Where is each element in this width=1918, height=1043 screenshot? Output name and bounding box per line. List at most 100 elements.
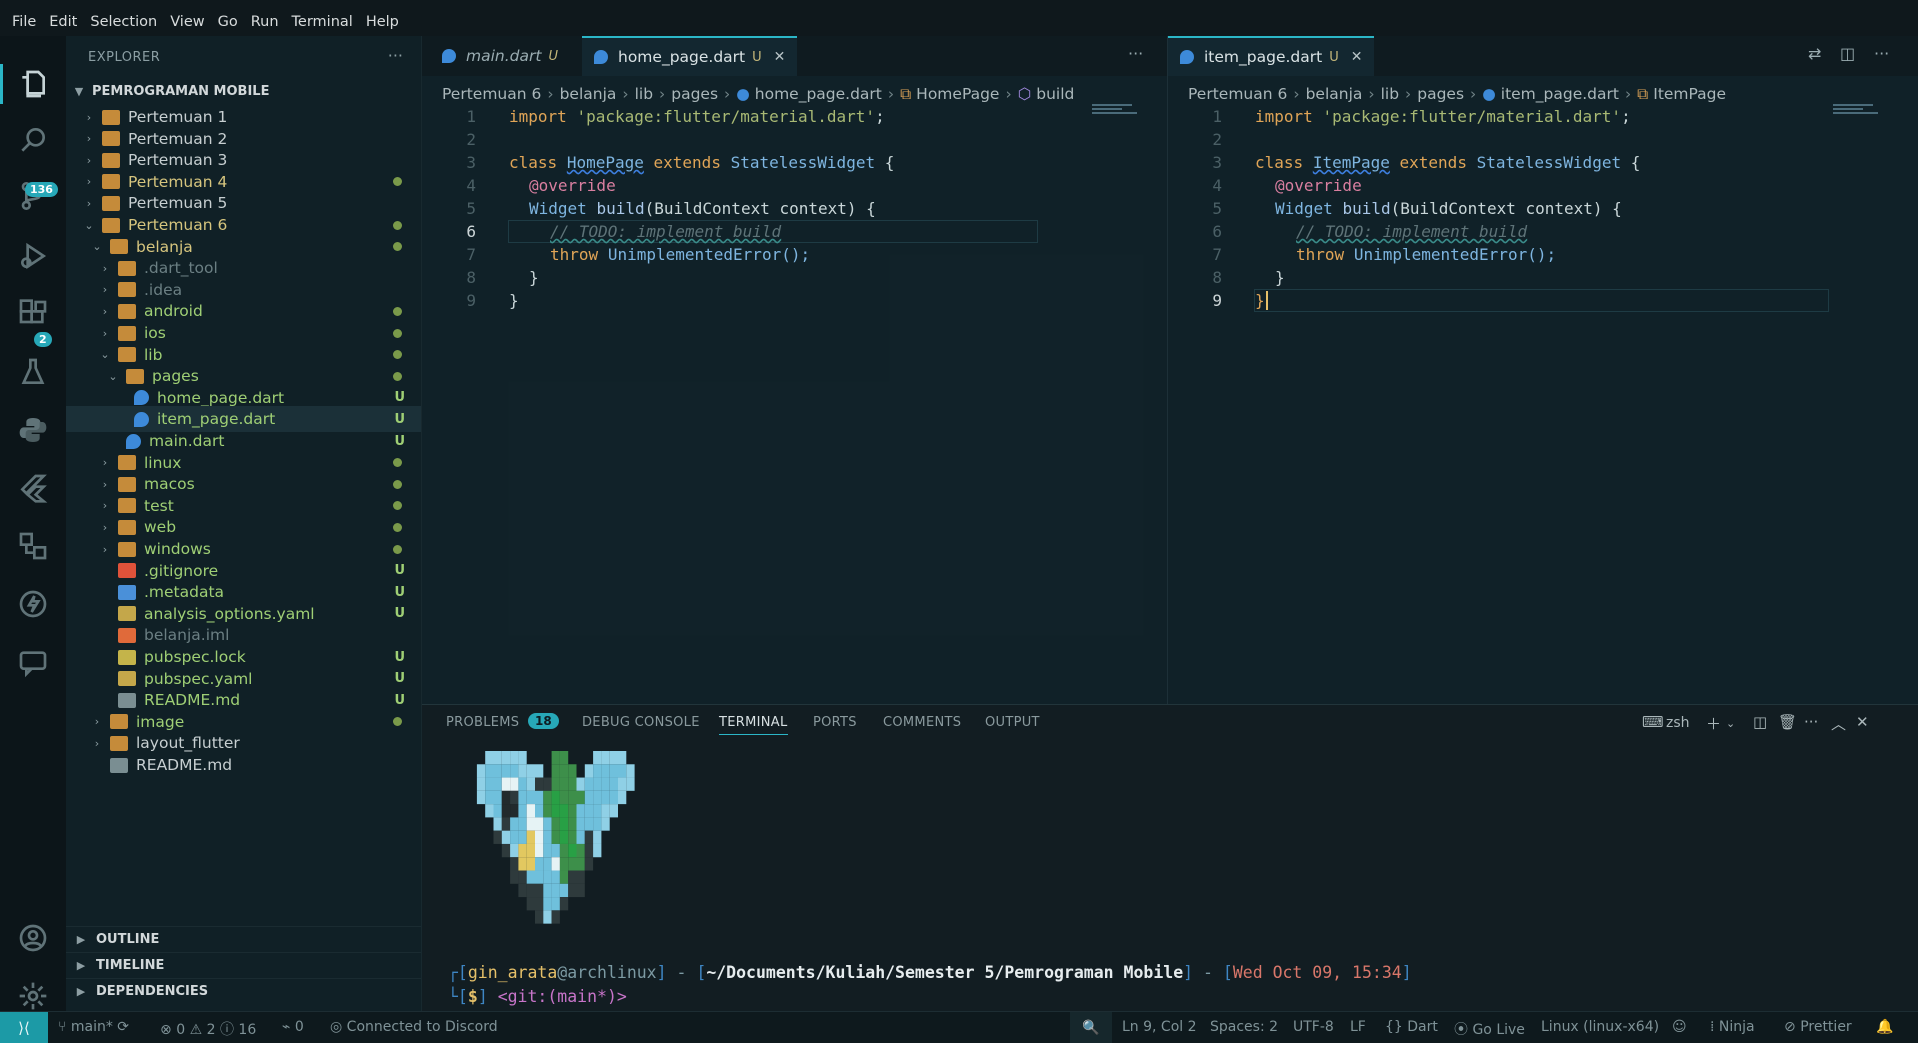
copilot-icon[interactable]: ☺ — [1672, 1019, 1687, 1035]
menu-view[interactable]: View — [170, 14, 204, 30]
lightning-icon[interactable] — [13, 584, 53, 624]
pixel — [551, 857, 560, 871]
git-status-badge: U — [394, 692, 405, 708]
open-changes-icon[interactable]: ⇄ — [1808, 44, 1821, 63]
split-editor-icon[interactable]: ◫ — [1840, 44, 1855, 63]
run-debug-icon[interactable] — [13, 236, 53, 276]
close-icon[interactable]: ✕ — [774, 49, 786, 65]
tree-item-label: Pertemuan 4 — [128, 172, 228, 191]
tab-home-page-dart[interactable]: home_page.dart U ✕ — [582, 36, 798, 76]
explorer-more-icon[interactable]: ··· — [388, 46, 403, 65]
notifications-bell-icon[interactable]: 🔔 — [1876, 1019, 1893, 1035]
panel-tab-terminal[interactable]: TERMINAL — [719, 715, 788, 735]
ports-status[interactable]: ⌁ 0 — [282, 1019, 304, 1035]
indentation[interactable]: Spaces: 2 — [1210, 1019, 1278, 1035]
breadcrumb-item[interactable]: Pertemuan 6 — [1188, 85, 1287, 103]
discord-status[interactable]: ◎ Connected to Discord — [330, 1019, 498, 1035]
encoding[interactable]: UTF-8 — [1293, 1019, 1334, 1035]
platform[interactable]: Linux (linux-x64) — [1541, 1019, 1659, 1035]
tree-item[interactable]: README.md — [66, 752, 421, 778]
keyword: extends — [1399, 153, 1467, 172]
editor-more-icon[interactable]: ··· — [1874, 44, 1889, 63]
section-outline[interactable]: ▶ OUTLINE — [66, 926, 421, 952]
breadcrumb-item[interactable]: item_page.dart — [1501, 85, 1619, 103]
panel-tab-debug-console[interactable]: DEBUG CONSOLE — [582, 715, 700, 730]
section-outline-label: OUTLINE — [96, 932, 160, 947]
breadcrumb-item[interactable]: Pertemuan 6 — [442, 85, 541, 103]
menu-terminal[interactable]: Terminal — [292, 14, 353, 30]
new-terminal-icon[interactable]: ＋ — [1706, 713, 1721, 734]
breadcrumb-item[interactable]: pages — [671, 85, 718, 103]
chevron-down-icon[interactable]: ⌄ — [1726, 717, 1735, 730]
git-branch[interactable]: ⑂ main* ⟳ — [58, 1019, 129, 1035]
breadcrumb-item[interactable]: lib — [635, 85, 653, 103]
tree-item-label: .idea — [144, 280, 183, 299]
settings-gear-icon[interactable] — [13, 976, 53, 1016]
close-panel-icon[interactable]: ✕ — [1856, 713, 1869, 731]
close-icon[interactable]: ✕ — [1351, 49, 1363, 65]
breadcrumb-item[interactable]: belanja — [560, 85, 617, 103]
maximize-panel-icon[interactable]: ︿ — [1831, 713, 1846, 734]
breadcrumb-item[interactable]: pages — [1417, 85, 1464, 103]
explorer-icon[interactable] — [13, 64, 53, 104]
comments-icon[interactable] — [13, 642, 53, 682]
section-timeline[interactable]: ▶ TIMELINE — [66, 952, 421, 978]
section-dependencies[interactable]: ▶ DEPENDENCIES — [66, 978, 421, 1004]
pixel — [518, 883, 527, 898]
menu-go[interactable]: Go — [218, 14, 238, 30]
extensions-icon[interactable] — [13, 294, 53, 334]
remote-indicator-icon[interactable]: ⟩⟨ — [0, 1012, 48, 1043]
git-status-dot — [393, 717, 402, 727]
panel-tab-problems[interactable]: PROBLEMS — [446, 715, 519, 730]
menu-selection[interactable]: Selection — [90, 14, 157, 30]
zoom-icon[interactable]: 🔍 — [1070, 1012, 1112, 1043]
menu-edit[interactable]: Edit — [49, 14, 77, 30]
punct: } — [1275, 268, 1285, 287]
ninja-status[interactable]: ⁞ Ninja — [1710, 1019, 1755, 1035]
pokemon-pixel-art — [476, 751, 635, 924]
pixel — [609, 751, 618, 765]
language-mode[interactable]: {} Dart — [1385, 1019, 1438, 1035]
panel-tab-comments[interactable]: COMMENTS — [883, 715, 961, 730]
menu-file[interactable]: File — [12, 14, 36, 30]
breadcrumb-item[interactable]: build — [1036, 85, 1074, 103]
account-icon[interactable] — [13, 918, 53, 958]
pixel — [568, 830, 577, 844]
breadcrumb-item[interactable]: ItemPage — [1653, 85, 1726, 103]
tab-main-dart[interactable]: main.dart U — [430, 36, 570, 76]
menu-help[interactable]: Help — [366, 14, 399, 30]
tab-item-page-dart[interactable]: item_page.dart U ✕ — [1168, 36, 1375, 76]
breadcrumb-item[interactable]: home_page.dart — [755, 85, 882, 103]
line-number: 5 — [1212, 199, 1222, 218]
panel-tab-ports[interactable]: PORTS — [813, 715, 857, 730]
testing-icon[interactable] — [13, 352, 53, 392]
breadcrumb-item[interactable]: lib — [1381, 85, 1399, 103]
python-icon[interactable] — [13, 410, 53, 450]
go-live[interactable]: ⦿ Go Live — [1454, 1019, 1525, 1039]
pixel — [510, 817, 519, 831]
pixel — [568, 883, 577, 898]
more-icon[interactable]: ··· — [1804, 713, 1818, 731]
terminal-prompt-line-2[interactable]: └[$] <git:(main*)> — [448, 987, 627, 1006]
search-icon[interactable] — [13, 120, 53, 160]
editor-more-icon[interactable]: ··· — [1128, 44, 1143, 63]
git-status-dot — [393, 522, 402, 532]
menu-run[interactable]: Run — [251, 14, 279, 30]
pixel — [568, 857, 577, 871]
flutter-icon[interactable] — [13, 468, 53, 508]
remote-explorer-icon[interactable] — [13, 526, 53, 566]
breadcrumb-item[interactable]: belanja — [1306, 85, 1363, 103]
cursor-position[interactable]: Ln 9, Col 2 — [1122, 1019, 1197, 1035]
prettier-status[interactable]: ⊘ Prettier — [1784, 1019, 1852, 1035]
problems-status[interactable]: ⊗ 0 ⚠ 2 ⓘ 16 — [160, 1019, 256, 1039]
pixel — [543, 830, 552, 844]
breadcrumb-item[interactable]: HomePage — [916, 85, 999, 103]
minimap[interactable] — [1833, 104, 1883, 118]
workspace-root[interactable]: ▼ PEMROGRAMAN MOBILE — [66, 78, 421, 104]
shell-name[interactable]: zsh — [1666, 715, 1690, 731]
panel-tab-output[interactable]: OUTPUT — [985, 715, 1040, 730]
minimap[interactable] — [1092, 104, 1142, 118]
split-terminal-icon[interactable]: ◫ — [1753, 713, 1767, 731]
trash-icon[interactable]: 🗑 — [1778, 713, 1797, 731]
line-ending[interactable]: LF — [1350, 1019, 1366, 1035]
